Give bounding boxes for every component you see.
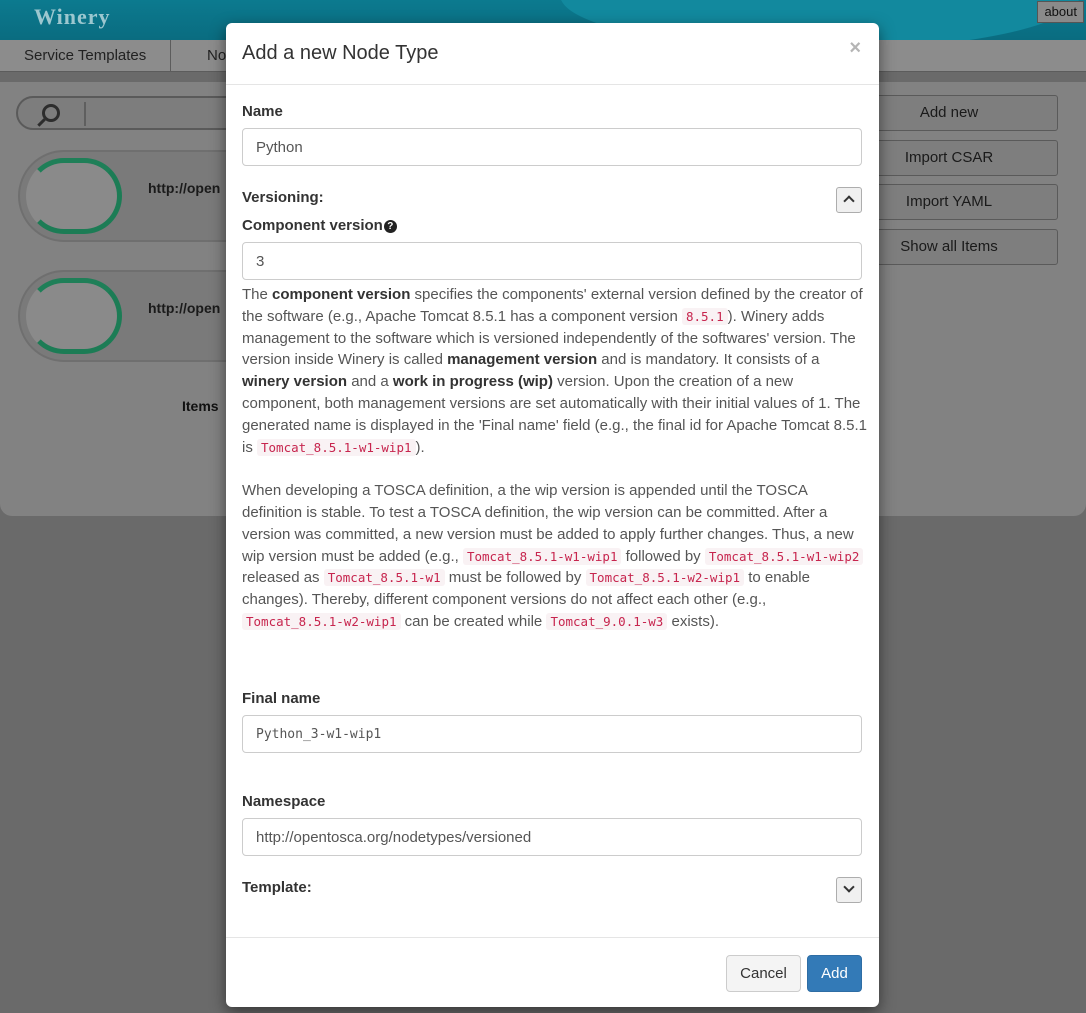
add-button[interactable]: Add (807, 955, 862, 992)
search-icon (42, 104, 60, 122)
versioning-help-text: The component version specifies the comp… (242, 286, 867, 630)
brand-logo[interactable]: Winery (34, 4, 110, 30)
component-version-input[interactable] (242, 242, 862, 280)
dialog-title: Add a new Node Type (242, 42, 439, 64)
final-name-label: Final name (242, 690, 321, 707)
chevron-up-icon (843, 195, 855, 207)
template-label: Template: (242, 879, 312, 896)
versioning-label: Versioning: (242, 189, 324, 206)
cancel-button[interactable]: Cancel (726, 955, 801, 992)
question-icon[interactable]: ? (383, 220, 397, 233)
entity-icon (26, 278, 122, 354)
item-namespace: http://open (148, 180, 221, 196)
item-namespace: http://open (148, 300, 221, 316)
add-node-type-dialog: Add a new Node Type × Name Versioning: C… (226, 23, 879, 1007)
name-label: Name (242, 103, 283, 120)
namespace-label: Namespace (242, 793, 326, 810)
tab-service-templates[interactable]: Service Templates (0, 40, 172, 72)
name-input[interactable] (242, 128, 862, 166)
close-icon[interactable]: × (849, 37, 861, 60)
dialog-header: Add a new Node Type × (226, 23, 879, 85)
namespace-input[interactable] (242, 818, 862, 856)
about-button[interactable]: about (1037, 1, 1084, 23)
component-version-label: Component version? (242, 217, 397, 234)
chevron-down-icon (843, 881, 855, 893)
items-count-label: Items (182, 398, 219, 414)
final-name-field (242, 715, 862, 753)
template-expand-button[interactable] (836, 877, 862, 903)
dialog-footer: Cancel Add (226, 937, 879, 1007)
versioning-collapse-button[interactable] (836, 187, 862, 213)
entity-icon (26, 158, 122, 234)
